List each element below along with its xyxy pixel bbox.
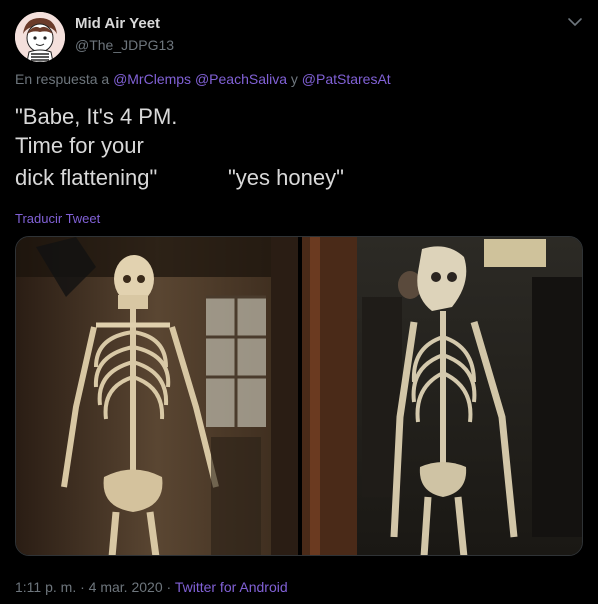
tweet-text-line: "Babe, It's 4 PM.: [15, 104, 178, 129]
tweet-time[interactable]: 1:11 p. m.: [15, 579, 76, 595]
mention-link[interactable]: @PeachSaliva: [195, 71, 287, 87]
mention-link[interactable]: @PatStaresAt: [302, 71, 391, 87]
avatar-illustration: [15, 12, 65, 62]
reply-prefix: En respuesta a: [15, 71, 110, 87]
mention-link[interactable]: @MrClemps: [113, 71, 191, 87]
photo-human-skeleton[interactable]: [16, 237, 298, 556]
translate-tweet-link[interactable]: Traducir Tweet: [15, 211, 100, 226]
tweet-media[interactable]: [15, 236, 583, 556]
separator: ·: [80, 579, 85, 595]
tweet-source[interactable]: Twitter for Android: [175, 579, 288, 595]
reply-joiner: y: [290, 71, 298, 87]
reply-context: En respuesta a @MrClemps @PeachSaliva y …: [15, 71, 391, 87]
separator: ·: [166, 579, 172, 595]
tweet-text-line: "yes honey": [228, 165, 344, 190]
tweet-date[interactable]: 4 mar. 2020: [89, 579, 163, 595]
tweet-text-line: Time for your: [15, 133, 144, 158]
tweet: Mid Air Yeet @The_JDPG13 En respuesta a …: [0, 0, 598, 604]
avatar[interactable]: [15, 12, 65, 62]
chevron-down-icon[interactable]: [565, 12, 585, 32]
tweet-text-line: dick flattening": [15, 165, 158, 190]
tweet-metadata: 1:11 p. m. · 4 mar. 2020 · Twitter for A…: [15, 579, 288, 595]
display-name[interactable]: Mid Air Yeet: [75, 15, 160, 32]
photo-gorilla-skeleton[interactable]: [302, 237, 583, 556]
user-handle[interactable]: @The_JDPG13: [75, 37, 174, 53]
